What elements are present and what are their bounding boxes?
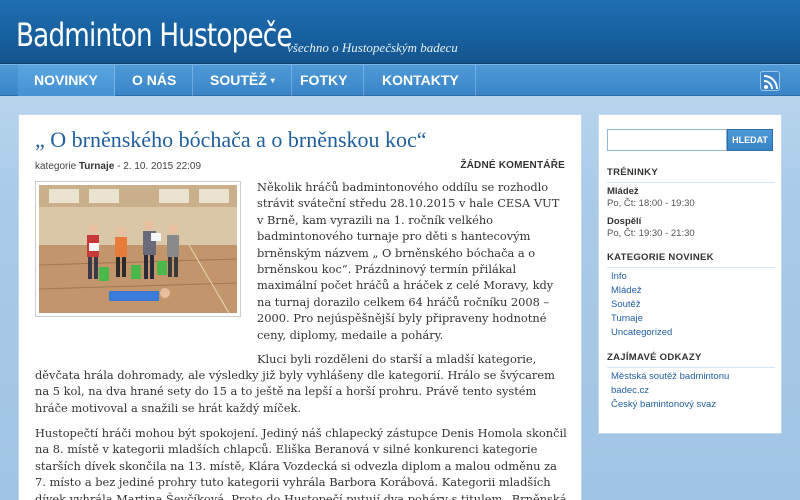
main-nav: NOVINKY O NÁS SOUTĚŽ ▾ FOTKY KONTAKTY: [0, 64, 800, 96]
post-paragraph-categories-start: Kluci byli rozděleni do starší a mladší …: [257, 352, 537, 366]
nav-label: FOTKY: [300, 72, 348, 88]
link-mestska-soutez[interactable]: Městská soutěž badmintonu: [611, 371, 729, 382]
training-label-adults: Dospělí: [607, 216, 642, 227]
post-title[interactable]: „ O brněnského bóchača a o brněnskou koc…: [35, 127, 427, 153]
nav-item-soutez[interactable]: SOUTĚŽ ▾: [194, 65, 292, 96]
post-article: „ O brněnského bóchača a o brněnskou koc…: [18, 114, 582, 500]
post-paragraph-results: Hustopečtí hráči mohou být spokojení. Je…: [35, 426, 567, 500]
links-heading: ZAJÍMAVÉ ODKAZY: [607, 352, 775, 368]
link-cesky-svaz[interactable]: Český bamintonový svaz: [611, 399, 716, 410]
post-category-link[interactable]: Turnaje: [79, 161, 114, 172]
nav-item-o-nas[interactable]: O NÁS: [116, 65, 194, 96]
category-link-turnaje[interactable]: Turnaje: [611, 313, 643, 324]
site-title[interactable]: Badminton Hustopeče: [16, 16, 293, 54]
comments-link[interactable]: ŽÁDNÉ KOMENTÁŘE: [460, 160, 565, 171]
category-link-soutez[interactable]: Soutěž: [611, 299, 641, 310]
post-date: - 2. 10. 2015 22:09: [117, 161, 202, 172]
trainings-heading: TRÉNINKY: [607, 167, 775, 183]
nav-item-kontakty[interactable]: KONTAKTY: [366, 65, 476, 96]
post-paragraph-categories: děvčata hrála dohromady, ale výsledky ji…: [35, 368, 555, 415]
sidebar: HLEDAT TRÉNINKY Mládež Po, Čt: 18:00 - 1…: [598, 114, 782, 434]
chevron-down-icon: ▾: [270, 76, 275, 85]
search-input[interactable]: [607, 129, 727, 151]
category-link-mladez[interactable]: Mládež: [611, 285, 642, 296]
post-paragraph-intro: Několik hráčů badmintonového oddílu se r…: [257, 180, 560, 342]
training-label-youth: Mládež: [607, 186, 639, 197]
categories-heading: KATEGORIE NOVINEK: [607, 252, 775, 268]
category-link-uncategorized[interactable]: Uncategorized: [611, 327, 672, 338]
nav-item-fotky[interactable]: FOTKY: [284, 65, 365, 96]
nav-label: O NÁS: [132, 72, 177, 88]
post-meta: kategorie Turnaje - 2. 10. 2015 22:09: [35, 161, 201, 172]
nav-item-novinky[interactable]: NOVINKY: [18, 65, 115, 96]
nav-label: NOVINKY: [34, 72, 98, 88]
meta-prefix: kategorie: [35, 161, 77, 172]
photo-image: [39, 185, 237, 313]
rss-icon[interactable]: [760, 71, 780, 91]
link-badec[interactable]: badec.cz: [611, 385, 649, 396]
nav-label: SOUTĚŽ: [210, 72, 267, 88]
training-time-youth: Po, Čt: 18:00 - 19:30: [607, 198, 695, 209]
site-header: Badminton Hustopeče všechno o Hustopečsk…: [0, 0, 800, 64]
post-photo[interactable]: [35, 181, 241, 317]
search-button[interactable]: HLEDAT: [727, 129, 773, 151]
site-tagline: všechno o Hustopečským badecu: [287, 40, 458, 55]
nav-label: KONTAKTY: [382, 72, 459, 88]
category-link-info[interactable]: Info: [611, 271, 627, 282]
training-time-adults: Po, Čt: 19:30 - 21:30: [607, 228, 695, 239]
